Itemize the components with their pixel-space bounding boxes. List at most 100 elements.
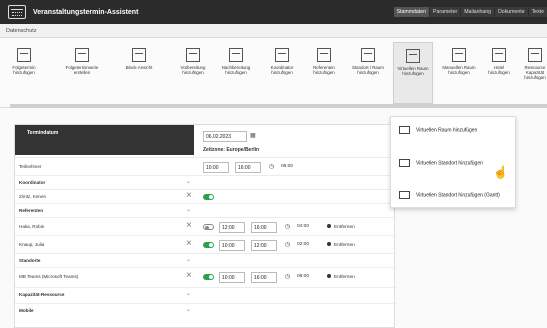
referent-end-input[interactable]: 16:00 (251, 222, 277, 233)
koordinator-button[interactable]: Koordinator hinzufügen (262, 48, 302, 75)
standort-button[interactable]: Standort / Raum hinzufügen (348, 48, 388, 75)
ribbon-label: Nachbereitung hinzufügen (221, 65, 251, 76)
event-table: Termindatum 06.02.2023 ▦ Zeitzone: Europ… (14, 124, 396, 328)
chevron-down-icon[interactable]: ⌄ (186, 290, 191, 297)
referent-end-input[interactable]: 12:00 (251, 240, 277, 251)
referent-start-input[interactable]: 12:00 (219, 222, 245, 233)
printer-icon (452, 48, 466, 62)
referenten-button[interactable]: Referenten hinzufügen (304, 48, 344, 75)
ribbon-label: Manuellen Raum hinzufügen (442, 65, 476, 76)
standort-start-input[interactable]: 10:00 (219, 272, 245, 283)
close-icon[interactable]: × (186, 239, 192, 249)
chevron-down-icon[interactable]: ⌄ (186, 256, 191, 263)
standorte-section[interactable]: Standorte ⌄ (15, 253, 396, 267)
calendar-icon (229, 48, 243, 62)
dropdown-item-virtual-location-gantt[interactable]: Virtuellen Standort hinzufügen (Gantt) (399, 191, 500, 199)
subheader: Datenschutz (0, 24, 547, 38)
ribbon-label: Standort / Raum hinzufügen (352, 65, 384, 76)
monitor-icon (399, 191, 410, 199)
resource-icon (528, 48, 542, 62)
folgetermin-button[interactable]: Folgetermin hinzufügen (6, 48, 42, 75)
top-tabs: Stammdaten Parameter Mailanhang Dokument… (393, 7, 547, 17)
referenten-section-label: Referenten (19, 208, 43, 213)
teilnehmer-label: Teilnehmer (19, 164, 42, 169)
teilnehmer-duration: 06:00 (281, 164, 294, 169)
ressource-button[interactable]: Ressource Kapazität hinzufügen (520, 48, 547, 81)
tab-mailanhang[interactable]: Mailanhang (461, 7, 495, 17)
hotel-button[interactable]: Hotel hinzufügen (484, 48, 514, 75)
calendar-icon (186, 48, 200, 62)
referent-row: Knaup, Julia × 10:00 12:00 ◷ 02:00 Entfe… (15, 235, 396, 253)
standort-end-input[interactable]: 16:00 (251, 272, 277, 283)
ribbon-label: Folgetermin hinzufügen (12, 65, 36, 76)
ribbon-label: Vorbereitung hinzufügen (180, 65, 206, 76)
remove-button[interactable]: Entfernen (327, 224, 355, 230)
close-icon[interactable]: × (186, 221, 192, 231)
koordinator-toggle[interactable] (203, 194, 214, 200)
virtual-room-dropdown: Virtuellen Raum hinzufügen Virtuellen St… (390, 116, 516, 208)
calendar-icon (17, 48, 31, 62)
remove-button[interactable]: Entfernen (327, 242, 355, 248)
ribbon-label: Block-Ansicht (125, 65, 153, 70)
referent-duration: 04:00 (297, 224, 310, 229)
teilnehmer-start-input[interactable]: 10:00 (203, 162, 229, 173)
standort-toggle[interactable] (203, 274, 214, 280)
application-window: Veranstaltungstermin-Assistent Stammdate… (0, 0, 547, 328)
block-view-button[interactable]: Block-Ansicht (118, 48, 160, 70)
title-bar: Veranstaltungstermin-Assistent Stammdate… (0, 0, 547, 24)
standorte-section-label: Standorte (19, 258, 41, 263)
referent-row: Haka, Robin × 12:00 16:00 ◷ 04:00 Entfer… (15, 217, 396, 235)
user-icon (275, 48, 289, 62)
timezone-label: Zeitzone: Europe/Berlin (203, 147, 260, 153)
standort-row: MB Teams (Microsoft Teams) × 10:00 16:00… (15, 267, 396, 285)
chevron-down-icon[interactable]: ⌄ (186, 206, 191, 213)
referent-start-input[interactable]: 10:00 (219, 240, 245, 251)
koordinator-section-label: Koordinator (19, 180, 46, 185)
horizontal-scrollbar[interactable] (10, 104, 547, 108)
standort-duration: 06:00 (297, 274, 310, 279)
clock-icon: ◷ (285, 224, 291, 230)
ribbon-label: Folgeterminserie erstellen (65, 65, 99, 76)
vorbereitung-button[interactable]: Vorbereitung hinzufügen (174, 48, 212, 75)
manual-room-button[interactable]: Manuellen Raum hinzufügen (438, 48, 480, 75)
ribbon-toolbar: Folgetermin hinzufügen Folgeterminserie … (0, 38, 547, 108)
tab-stammdaten[interactable]: Stammdaten (393, 7, 430, 17)
referent-name: Haka, Robin (19, 224, 45, 229)
tab-parameter[interactable]: Parameter (430, 7, 461, 17)
referent-toggle[interactable] (203, 224, 214, 230)
calendar-icon[interactable]: ▦ (250, 132, 256, 139)
clock-icon: ◷ (285, 242, 291, 248)
dropdown-item-virtual-location[interactable]: Virtuellen Standort hinzufügen (399, 159, 483, 167)
remove-button[interactable]: Entfernen (327, 274, 355, 280)
termin-header-label: Termindatum (27, 130, 59, 136)
dropdown-item-virtual-room[interactable]: Virtuellen Raum hinzufügen (399, 126, 477, 134)
teilnehmer-end-input[interactable]: 16:00 (235, 162, 261, 173)
folgeterminserie-button[interactable]: Folgeterminserie erstellen (58, 48, 106, 75)
dropdown-item-label: Virtuellen Raum hinzufügen (416, 127, 478, 134)
chevron-down-icon[interactable]: ⌄ (186, 306, 191, 313)
termin-header: Termindatum (15, 125, 194, 155)
koordinator-section[interactable]: Koordinator ⌄ (15, 175, 396, 189)
date-input[interactable]: 06.02.2023 (203, 131, 247, 142)
referenten-section[interactable]: Referenten ⌄ (15, 203, 396, 217)
pointer-cursor-icon: ☝ (493, 165, 508, 179)
close-icon[interactable]: × (186, 271, 192, 281)
referent-name: Knaup, Julia (19, 242, 45, 247)
teilnehmer-row: Teilnehmer 10:00 16:00 ◷ 06:00 (15, 157, 396, 175)
ribbon-label: Virtuellen Raum hinzufügen (397, 66, 429, 77)
building-icon (361, 48, 375, 62)
tab-texte[interactable]: Texte (528, 7, 547, 17)
kapazitaet-section[interactable]: Kapazität-Ressource ⌄ (15, 287, 396, 301)
tab-dokumente[interactable]: Dokumente (495, 7, 528, 17)
ribbon-label: Ressource Kapazität hinzufügen (524, 65, 546, 81)
user-add-icon (317, 48, 331, 62)
close-icon[interactable]: × (186, 191, 192, 201)
chevron-down-icon[interactable]: ⌄ (186, 178, 191, 185)
nachbereitung-button[interactable]: Nachbereitung hinzufügen (214, 48, 258, 75)
virtual-room-button[interactable]: Virtuellen Raum hinzufügen (393, 42, 433, 104)
mobile-section[interactable]: Mobile ⌄ (15, 303, 396, 317)
monitor-icon (399, 126, 410, 134)
monitor-icon (406, 49, 420, 63)
referent-toggle[interactable] (203, 242, 214, 248)
standort-name: MB Teams (Microsoft Teams) (19, 274, 79, 279)
